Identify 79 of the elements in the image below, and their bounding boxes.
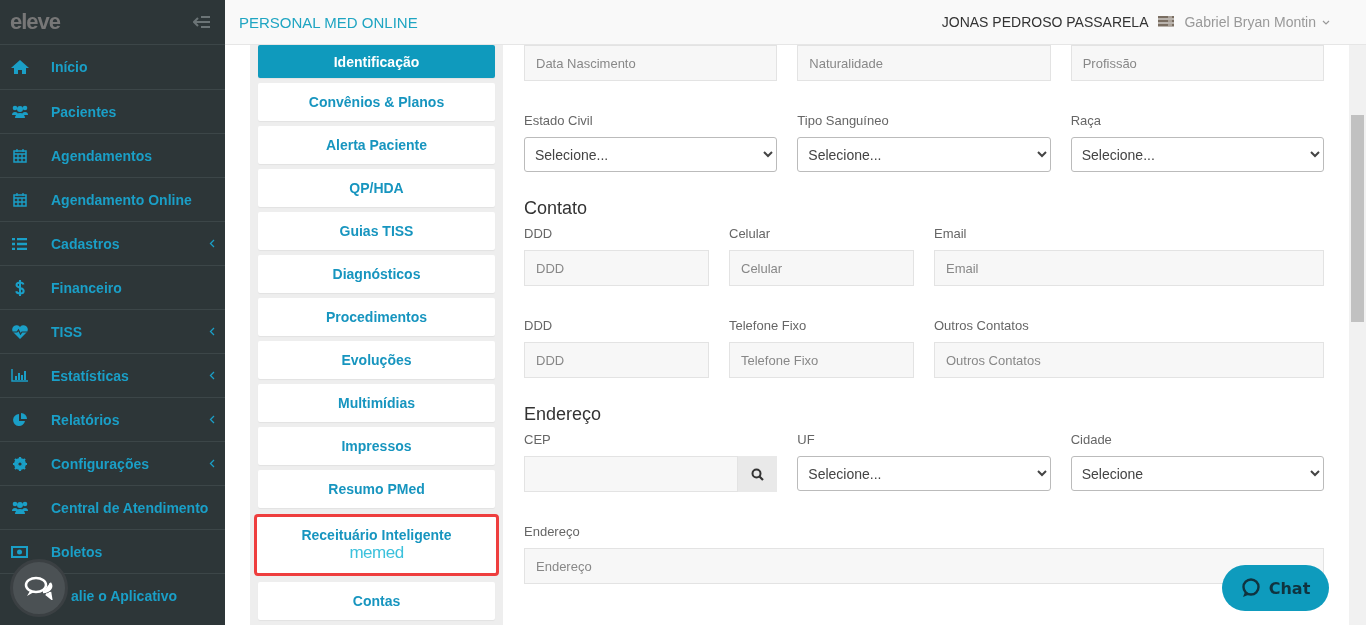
chat-bubbles-icon [24,576,54,600]
search-icon [751,467,765,481]
select-field[interactable]: Selecione... [797,137,1051,172]
nav-item[interactable]: Agendamentos [0,133,225,177]
input-field[interactable]: Profissão [1070,45,1324,81]
nav-item[interactable]: Cadastros [0,221,225,265]
input-field[interactable]: Celular [729,250,914,286]
tab[interactable]: Identificação [258,45,495,78]
caret-down-icon[interactable] [1322,19,1330,25]
user-menu[interactable]: Gabriel Bryan Montin [1184,14,1316,30]
tab[interactable]: Procedimentos [258,298,495,336]
input-field[interactable]: DDD [524,342,709,378]
field-label: Estado Civil [524,113,593,130]
input-field[interactable]: DDD [524,250,709,286]
input-field[interactable]: Email [934,250,1324,286]
nav-item[interactable]: Relatórios [0,397,225,441]
tab[interactable]: Multimídias [258,384,495,422]
select-field[interactable]: Selecione... [797,456,1051,491]
tab[interactable]: QP/HDA [258,169,495,207]
calendar-icon [12,192,27,207]
collapse-menu-icon[interactable] [193,16,211,28]
nav-item[interactable]: TISS [0,309,225,353]
chat-button[interactable]: Chat [1222,565,1329,611]
select-field[interactable]: Selecione [1070,456,1324,491]
input-field[interactable]: Data Nascimento [524,45,778,81]
select-field[interactable]: Selecione... [1070,137,1324,172]
field-label: Tipo Sanguíneo [797,113,889,130]
field-label: Cidade [1070,432,1112,449]
settings-icon [12,456,27,471]
tab[interactable]: Contas [258,582,495,620]
section-heading: Contato [524,198,589,219]
input-field[interactable]: Outros Contatos [934,342,1324,378]
list-icon [12,237,27,250]
tab[interactable]: Evoluções [258,341,495,379]
server-icon [1158,16,1175,28]
tab[interactable]: Receituário Inteligente memed [256,516,497,574]
field-label: UF [797,432,815,449]
input-field[interactable]: Naturalidade [797,45,1051,81]
bar-chart-icon [11,369,28,382]
heartbeat-icon [11,324,28,339]
people-icon [11,105,28,118]
tab[interactable]: Guias TISS [258,212,495,250]
chat-icon [1240,578,1261,598]
field-label: DDD [524,318,553,335]
tab[interactable]: Alerta Paciente [258,126,495,164]
pie-chart-icon [12,412,27,427]
brand-title: PERSONAL MED ONLINE [239,13,419,31]
scrollbar[interactable] [1349,45,1366,625]
dollar-icon [14,279,25,296]
tab[interactable]: Convênios & Planos [258,83,495,121]
search-button[interactable] [738,456,778,492]
field-label: Celular [729,226,771,243]
patient-name: JONAS PEDROSO PASSARELA [941,14,1149,30]
calendar-icon [12,148,27,163]
nav-item[interactable]: Agendamento Online [0,177,225,221]
section-heading: Endereço [524,404,603,425]
tab[interactable]: Diagnósticos [258,255,495,293]
field-label: Telefone Fixo [729,318,807,335]
banknote-icon [11,545,28,558]
tab[interactable]: Resumo PMed [258,470,495,508]
field-label: Raça [1070,113,1101,130]
field-label: CEP [524,432,551,449]
nav-item[interactable]: Configurações [0,441,225,485]
nav-item[interactable]: Início [0,45,225,89]
field-label: DDD [524,226,553,243]
nav-item[interactable]: Estatísticas [0,353,225,397]
nav-item[interactable]: Central de Atendimento [0,485,225,529]
select-field[interactable]: Selecione... [524,137,778,172]
field-label: Outros Contatos [934,318,1029,335]
people-icon [11,501,28,514]
input-field[interactable] [524,456,739,492]
field-label: Email [934,226,967,243]
field-label: Endereço [524,524,580,541]
nav-item[interactable]: Financeiro [0,265,225,309]
input-field[interactable]: Telefone Fixo [729,342,914,378]
tab[interactable]: Impressos [258,427,495,465]
nav-item[interactable]: Pacientes [0,89,225,133]
logo[interactable]: eleve [10,9,61,35]
home-icon [10,60,29,74]
